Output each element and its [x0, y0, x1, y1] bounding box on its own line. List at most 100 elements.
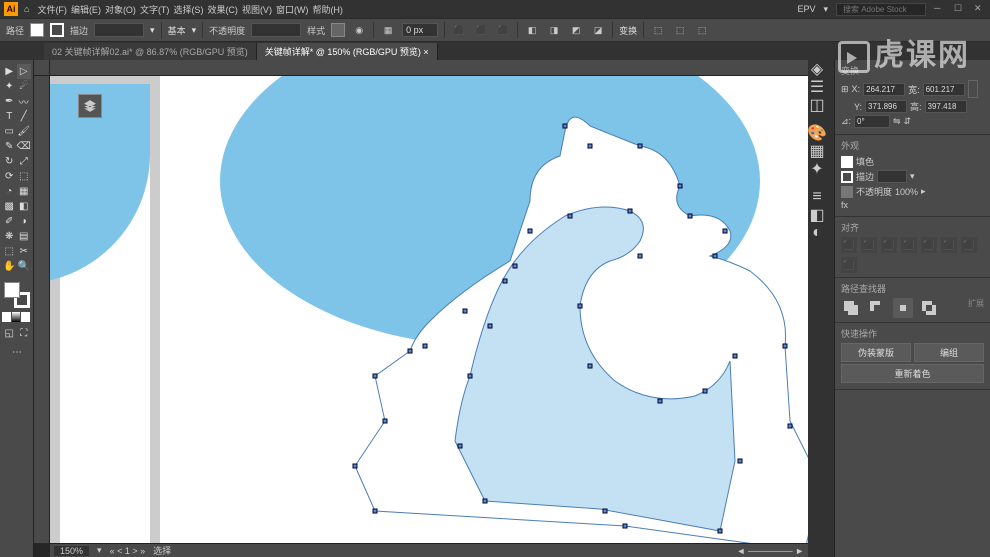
shape-mode-4-icon[interactable]: ◪: [590, 22, 606, 38]
shape-builder-tool-icon[interactable]: ◔: [2, 184, 17, 199]
style-swatch[interactable]: [331, 23, 345, 37]
color-panel-icon[interactable]: 🎨: [808, 124, 826, 142]
anchor-point[interactable]: [703, 389, 708, 394]
transparency-panel-icon[interactable]: ◐: [808, 224, 826, 242]
anchor-point[interactable]: [733, 354, 738, 359]
anchor-point[interactable]: [628, 209, 633, 214]
anchor-point[interactable]: [373, 509, 378, 514]
type-tool-icon[interactable]: T: [2, 109, 17, 124]
align-icon[interactable]: ▦: [380, 22, 396, 38]
stroke-swatch[interactable]: [50, 23, 64, 37]
properties-panel-icon[interactable]: ◈: [808, 60, 826, 78]
anchor-point[interactable]: [658, 399, 663, 404]
gradient-panel-icon[interactable]: ◧: [808, 206, 826, 224]
rectangle-tool-icon[interactable]: ▭: [2, 124, 17, 139]
anchor-point[interactable]: [688, 214, 693, 219]
menu-effect[interactable]: 效果(C): [207, 3, 238, 16]
anchor-point[interactable]: [568, 214, 573, 219]
appearance-opacity-value[interactable]: 100%: [895, 187, 918, 197]
pathfinder-expand[interactable]: 扩展: [968, 298, 984, 318]
shape-mode-2-icon[interactable]: ◨: [546, 22, 562, 38]
screen-mode-icon[interactable]: ⛶: [17, 326, 32, 341]
anchor-point[interactable]: [603, 509, 608, 514]
anchor-point[interactable]: [353, 464, 358, 469]
tab-doc-2[interactable]: 关键帧详解* @ 150% (RGB/GPU 预览) ×: [257, 43, 438, 60]
align-left-icon[interactable]: ⬛: [841, 237, 857, 253]
align-left-icon[interactable]: ⬛: [451, 22, 467, 38]
anchor-point[interactable]: [788, 424, 793, 429]
quick-action-mask-button[interactable]: 伪装蒙版: [841, 343, 911, 362]
eraser-tool-icon[interactable]: ⌫: [17, 139, 32, 154]
curvature-tool-icon[interactable]: 〰: [17, 94, 32, 109]
libraries-panel-icon[interactable]: ◫: [808, 96, 826, 114]
fill-color-icon[interactable]: [4, 282, 20, 298]
anchor-point[interactable]: [373, 374, 378, 379]
align-right-icon[interactable]: ⬛: [881, 237, 897, 253]
appearance-stroke-input[interactable]: [877, 170, 907, 183]
selection-tool-icon[interactable]: ▶: [2, 64, 17, 79]
shaper-tool-icon[interactable]: ✎: [2, 139, 17, 154]
anchor-point[interactable]: [783, 344, 788, 349]
flip-h-icon[interactable]: ⇋: [893, 116, 901, 127]
transform-y-input[interactable]: [865, 100, 907, 113]
menu-edit[interactable]: 编辑(E): [71, 3, 101, 16]
anchor-point[interactable]: [588, 364, 593, 369]
gradient-tool-icon[interactable]: ◧: [17, 199, 32, 214]
shape-mode-1-icon[interactable]: ◧: [524, 22, 540, 38]
anchor-point[interactable]: [468, 374, 473, 379]
align-hcenter-icon[interactable]: ⬛: [861, 237, 877, 253]
anchor-point[interactable]: [503, 279, 508, 284]
stroke-panel-icon[interactable]: ≡: [808, 188, 826, 206]
magic-wand-tool-icon[interactable]: ✦: [2, 79, 17, 94]
pathfinder-unite-icon[interactable]: [841, 298, 861, 318]
quick-action-recolor-button[interactable]: 重新着色: [841, 364, 984, 383]
paintbrush-tool-icon[interactable]: 🖌: [17, 124, 32, 139]
px-input[interactable]: [402, 23, 438, 37]
artboard-nav[interactable]: « < 1 > »: [110, 546, 146, 556]
gradient-mode-icon[interactable]: [12, 312, 21, 322]
workspace-switcher[interactable]: EPV: [797, 4, 815, 14]
transform-link[interactable]: 变换: [619, 24, 637, 37]
pathfinder-intersect-icon[interactable]: [893, 298, 913, 318]
anchor-point[interactable]: [483, 499, 488, 504]
profile-label[interactable]: 基本: [168, 24, 186, 37]
draw-mode-icon[interactable]: ◱: [2, 326, 17, 341]
edit-icon[interactable]: ⬚: [694, 22, 710, 38]
zoom-level[interactable]: 150%: [54, 546, 89, 556]
pen-tool-icon[interactable]: ✒: [2, 94, 17, 109]
fill-stroke-control[interactable]: [2, 280, 31, 310]
anchor-point[interactable]: [423, 344, 428, 349]
transform-h-input[interactable]: [925, 100, 967, 113]
menu-help[interactable]: 帮助(H): [312, 3, 343, 16]
eyedropper-tool-icon[interactable]: ✐: [2, 214, 17, 229]
stroke-weight-input[interactable]: [94, 23, 144, 37]
isolate-icon[interactable]: ⬚: [650, 22, 666, 38]
anchor-point[interactable]: [513, 264, 518, 269]
free-transform-tool-icon[interactable]: ⬚: [17, 169, 32, 184]
appearance-fill-swatch[interactable]: [841, 156, 853, 168]
menu-view[interactable]: 视图(V): [242, 3, 272, 16]
appearance-stroke-swatch[interactable]: [841, 171, 853, 183]
transform-w-input[interactable]: [923, 83, 965, 96]
select-similar-icon[interactable]: ⬚: [672, 22, 688, 38]
transform-angle-input[interactable]: [854, 115, 890, 128]
close-icon[interactable]: ✕: [974, 3, 986, 15]
ruler-origin[interactable]: [34, 60, 50, 76]
anchor-point[interactable]: [638, 254, 643, 259]
brushes-panel-icon[interactable]: ✦: [808, 160, 826, 178]
menu-object[interactable]: 对象(O): [105, 3, 136, 16]
color-mode-icon[interactable]: [2, 312, 11, 322]
menu-select[interactable]: 选择(S): [173, 3, 203, 16]
anchor-point[interactable]: [458, 444, 463, 449]
direct-selection-tool-icon[interactable]: ▷: [17, 64, 32, 79]
link-wh-icon[interactable]: [968, 80, 978, 98]
minimize-icon[interactable]: ─: [934, 3, 946, 15]
anchor-point[interactable]: [383, 419, 388, 424]
swatches-panel-icon[interactable]: ▦: [808, 142, 826, 160]
none-mode-icon[interactable]: [21, 312, 30, 322]
tab-close-icon[interactable]: ×: [423, 47, 428, 57]
layer-indicator-icon[interactable]: [78, 94, 102, 118]
graph-tool-icon[interactable]: ▤: [17, 229, 32, 244]
doc-setup-icon[interactable]: ◉: [351, 22, 367, 38]
anchor-point[interactable]: [408, 349, 413, 354]
